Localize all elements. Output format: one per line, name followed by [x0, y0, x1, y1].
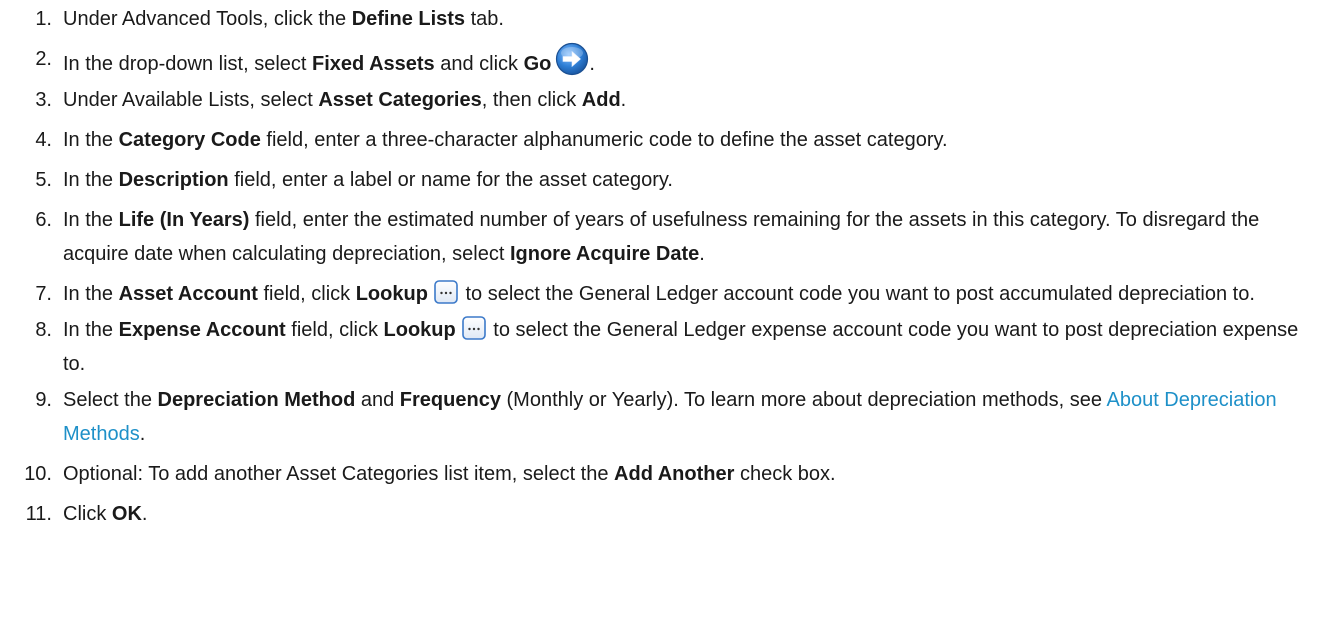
step-text-run: In the — [63, 129, 119, 151]
step-text-run: . — [589, 53, 595, 75]
step-text: In the Category Code field, enter a thre… — [63, 123, 1319, 157]
step-text-run: Select the — [63, 389, 158, 411]
step-number: 5. — [35, 169, 52, 191]
ui-term: Lookup — [355, 283, 428, 305]
ui-term: Depreciation Method — [157, 389, 356, 411]
step-number: 11. — [25, 503, 52, 525]
step-text-run: field, click — [257, 283, 356, 305]
list-item: 3. Under Available Lists, select Asset Ca… — [0, 83, 1319, 117]
ui-term: Add Another — [614, 463, 735, 485]
step-text: In the Life (In Years) field, enter the … — [63, 203, 1319, 271]
step-number: 2. — [35, 48, 52, 70]
ui-term: Category Code — [118, 129, 261, 151]
step-text-run: field, enter a three-character alphanume… — [260, 129, 948, 151]
ui-term: Lookup — [383, 319, 456, 341]
ui-term: OK — [111, 503, 142, 525]
list-item: 9. Select the Depreciation Method and Fre… — [0, 383, 1319, 451]
step-text-run: Click — [63, 503, 112, 525]
list-item: 8. In the Expense Account field, click Lo… — [0, 313, 1319, 381]
ui-term: Description — [118, 169, 229, 191]
step-number: 6. — [35, 209, 52, 231]
list-item: 5. In the Description field, enter a labe… — [0, 163, 1319, 197]
step-number: 7. — [35, 283, 52, 305]
step-text-run: Under Advanced Tools, click the — [63, 8, 352, 30]
step-text: Click OK. — [63, 497, 1319, 531]
step-number: 9. — [35, 389, 52, 411]
go-arrow-icon — [556, 42, 589, 76]
step-text-run: . — [141, 503, 148, 525]
ui-term: Frequency — [399, 389, 501, 411]
step-text-run: . — [620, 89, 627, 111]
step-text-run: and — [355, 389, 400, 411]
step-text-run: and click — [434, 53, 524, 75]
list-item: 1. Under Advanced Tools, click the Define… — [0, 2, 1319, 36]
step-text-run: check box. — [734, 463, 836, 485]
step-text: Optional: To add another Asset Categorie… — [63, 457, 1319, 491]
ui-term: Asset Account — [118, 283, 258, 305]
ui-term: Add — [581, 89, 621, 111]
step-text-run: In the — [63, 283, 119, 305]
step-text-run: In the — [63, 319, 119, 341]
step-text-run: field, enter a label or name for the ass… — [228, 169, 673, 191]
ui-term: Go — [523, 53, 552, 75]
list-item: 2. In the drop-down list, select Fixed As… — [0, 42, 1319, 81]
step-text-run: to select the General Ledger account cod… — [459, 283, 1255, 305]
step-text: In the Description field, enter a label … — [63, 163, 1319, 197]
step-text: In the Asset Account field, click Lookup… — [63, 277, 1319, 311]
step-text-run: , then click — [481, 89, 582, 111]
step-text-run: tab. — [465, 8, 504, 30]
ui-term: Life (In Years) — [118, 209, 250, 231]
list-item: 11. Click OK. — [0, 497, 1319, 531]
ui-term: Asset Categories — [318, 89, 482, 111]
step-text-run: Optional: To add another Asset Categorie… — [63, 463, 615, 485]
step-number: 3. — [35, 89, 52, 111]
lookup-icon — [434, 280, 458, 304]
step-text-run: Under Available Lists, select — [63, 89, 319, 111]
step-text-run: . — [699, 243, 705, 265]
step-text: Under Available Lists, select Asset Cate… — [63, 83, 1319, 117]
step-number: 1. — [35, 8, 52, 30]
step-text-run: In the — [63, 169, 119, 191]
list-item: 10. Optional: To add another Asset Catego… — [0, 457, 1319, 491]
ui-term: Fixed Assets — [312, 53, 435, 75]
step-text: In the drop-down list, select Fixed Asse… — [63, 42, 1319, 81]
step-text-run: . — [139, 423, 146, 445]
step-number: 10. — [24, 463, 52, 485]
step-text: Under Advanced Tools, click the Define L… — [63, 2, 1319, 36]
step-text: Select the Depreciation Method and Frequ… — [63, 383, 1319, 451]
step-number: 8. — [35, 319, 52, 341]
list-item: 7. In the Asset Account field, click Look… — [0, 277, 1319, 311]
lookup-icon — [461, 316, 486, 340]
step-text-run: field, click — [285, 319, 384, 341]
list-item: 4. In the Category Code field, enter a th… — [0, 123, 1319, 157]
step-number: 4. — [35, 129, 52, 151]
ui-term: Expense Account — [118, 319, 286, 341]
list-item: 6. In the Life (In Years) field, enter th… — [0, 203, 1319, 271]
ui-term: Ignore Acquire Date — [509, 243, 700, 265]
ui-term: Define Lists — [351, 8, 466, 30]
step-text-run: (Monthly or Yearly). To learn more about… — [500, 389, 1107, 411]
step-text-run: In the drop-down list, select — [63, 53, 313, 75]
instruction-list: 1. Under Advanced Tools, click the Define… — [0, 0, 1319, 531]
step-text-run: In the — [63, 209, 119, 231]
step-text: In the Expense Account field, click Look… — [63, 313, 1319, 381]
